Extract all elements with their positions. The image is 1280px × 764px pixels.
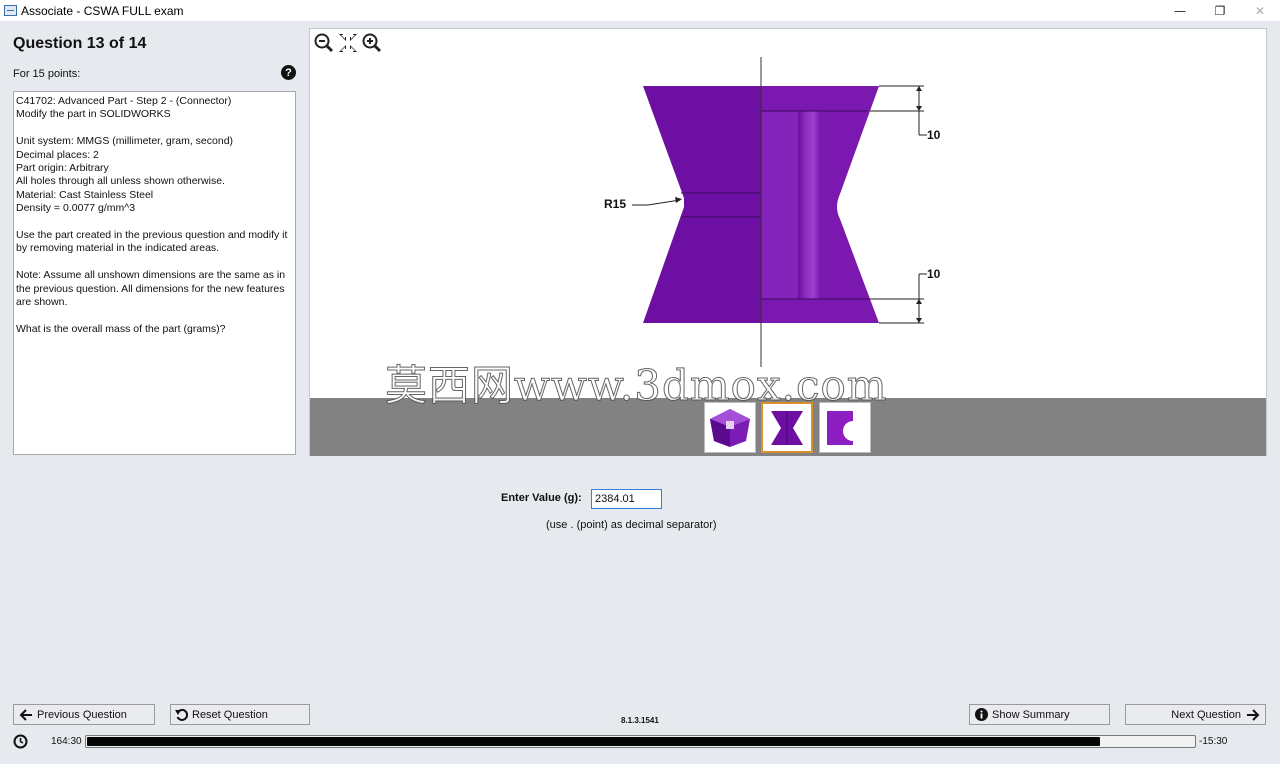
answer-hint: (use . (point) as decimal separator) bbox=[546, 519, 717, 531]
help-icon[interactable]: ? bbox=[281, 65, 296, 80]
window-title: Associate - CSWA FULL exam bbox=[21, 3, 184, 18]
dimension-label-top: 10 bbox=[927, 128, 941, 142]
question-line: Note: Assume all unshown dimensions are … bbox=[16, 269, 286, 309]
arrow-right-icon bbox=[1246, 708, 1260, 721]
part-body-left bbox=[643, 86, 761, 323]
time-progress-bar bbox=[85, 735, 1196, 748]
points-label: For 15 points: bbox=[13, 68, 81, 80]
question-line: What is the overall mass of the part (gr… bbox=[16, 322, 226, 335]
elapsed-time: 164:30 bbox=[51, 736, 82, 747]
zoom-out-icon[interactable] bbox=[314, 33, 334, 53]
dimension-label-bottom: 10 bbox=[927, 267, 941, 281]
answer-label: Enter Value (g): bbox=[501, 492, 582, 504]
clock-icon bbox=[13, 734, 28, 754]
dimension-label-radius: R15 bbox=[604, 197, 627, 211]
remaining-time: -15:30 bbox=[1199, 736, 1228, 747]
question-line: Density = 0.0077 g/mm^3 bbox=[16, 202, 136, 215]
watermark: 莫西网www.3dmox.com bbox=[385, 361, 888, 411]
image-viewer[interactable]: 10 10 R15 莫西网www.3dmox.com bbox=[309, 28, 1267, 456]
arrow-left-icon bbox=[19, 708, 33, 721]
reset-icon bbox=[175, 708, 189, 722]
fit-to-view-icon[interactable] bbox=[338, 33, 358, 53]
part-bore bbox=[798, 111, 820, 299]
next-question-button[interactable]: Next Question bbox=[1125, 704, 1266, 725]
minimize-button[interactable]: — bbox=[1160, 0, 1200, 21]
question-line: C41702: Advanced Part - Step 2 - (Connec… bbox=[16, 95, 232, 107]
window-controls: — ❐ ✕ bbox=[1160, 0, 1280, 21]
previous-question-button[interactable]: Previous Question bbox=[13, 704, 155, 725]
next-question-label: Next Question bbox=[1171, 708, 1241, 721]
question-line: Use the part created in the previous que… bbox=[16, 229, 288, 255]
viewer-toolbar bbox=[314, 33, 382, 53]
question-title: Question 13 of 14 bbox=[13, 35, 147, 52]
question-line: Part origin: Arbitrary bbox=[16, 162, 109, 175]
answer-input[interactable] bbox=[591, 489, 662, 509]
bottom-dimension bbox=[870, 273, 927, 324]
time-progress-fill bbox=[87, 737, 1100, 746]
radius-leader bbox=[632, 199, 681, 206]
question-line: Unit system: MMGS (millimeter, gram, sec… bbox=[16, 135, 234, 148]
question-line: Modify the part in SOLIDWORKS bbox=[16, 108, 171, 121]
question-line: Material: Cast Stainless Steel bbox=[16, 188, 154, 201]
reset-question-button[interactable]: Reset Question bbox=[170, 704, 310, 725]
title-bar: Associate - CSWA FULL exam — ❐ ✕ bbox=[0, 0, 1280, 21]
bore-highlight bbox=[762, 111, 798, 299]
show-summary-label: Show Summary bbox=[992, 708, 1070, 721]
question-line: Decimal places: 2 bbox=[16, 148, 99, 161]
zoom-in-icon[interactable] bbox=[362, 33, 382, 53]
question-text-box[interactable]: C41702: Advanced Part - Step 2 - (Connec… bbox=[13, 91, 296, 455]
previous-question-label: Previous Question bbox=[37, 708, 127, 721]
question-line: All holes through all unless shown other… bbox=[16, 175, 225, 188]
info-icon bbox=[975, 708, 988, 721]
reset-question-label: Reset Question bbox=[192, 708, 268, 721]
restore-button[interactable]: ❐ bbox=[1200, 0, 1240, 21]
show-summary-button[interactable]: Show Summary bbox=[969, 704, 1110, 725]
version-label: 8.1.3.1541 bbox=[621, 716, 659, 725]
part-drawing bbox=[632, 57, 927, 367]
app-icon bbox=[4, 5, 17, 16]
close-button[interactable]: ✕ bbox=[1240, 0, 1280, 21]
top-dimension bbox=[870, 85, 927, 136]
